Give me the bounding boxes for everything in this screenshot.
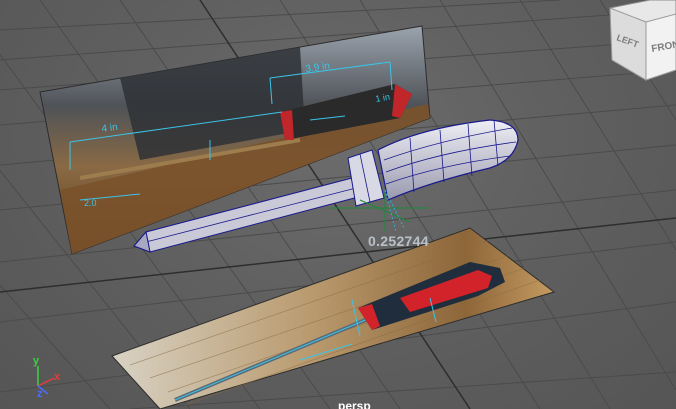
manipulator-readout: 0.252744 [368,233,429,249]
annotation-bottom: 2.0 [84,198,97,208]
axis-z-label: z [37,388,43,400]
maya-perspective-viewport[interactable]: 3.9 in 4 in 1 in 2.0 LEFT FRONT 0.252744… [0,0,676,409]
axis-x-label: x [54,371,61,383]
scene-canvas[interactable]: 3.9 in 4 in 1 in 2.0 LEFT FRONT [0,0,676,409]
axis-y-label: y [33,355,40,367]
viewcube[interactable]: LEFT FRONT [609,0,676,81]
camera-name-label[interactable]: persp [338,399,371,409]
annotation-left: 4 in [101,122,118,135]
